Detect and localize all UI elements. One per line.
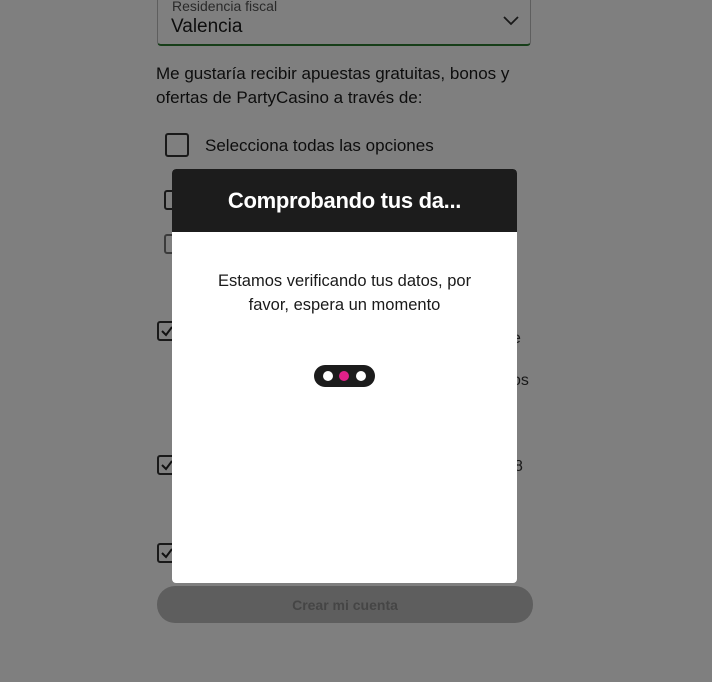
verification-modal: Comprobando tus da... Estamos verificand… [172,169,517,583]
modal-title: Comprobando tus da... [172,169,517,232]
modal-message: Estamos verificando tus datos, por favor… [217,272,472,314]
loader-dot-active [339,371,349,381]
loader-dot [356,371,366,381]
loading-indicator [314,365,375,387]
loader-dot [323,371,333,381]
